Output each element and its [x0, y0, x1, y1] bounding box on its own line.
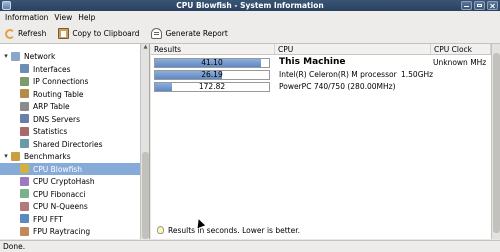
sidebar-item-label: IP Connections: [33, 77, 89, 86]
sidebar-item-shared-directories[interactable]: Shared Directories: [0, 138, 140, 150]
sidebar-item-label: FPU FFT: [33, 214, 63, 224]
sidebar-item-label: CPU N-Queens: [33, 202, 88, 211]
sidebar-item-fpu-raytracing[interactable]: FPU Raytracing: [0, 225, 140, 237]
scroll-up-icon[interactable]: ▲: [142, 44, 149, 52]
sidebar-item-ip-connections[interactable]: IP Connections: [0, 75, 140, 87]
sidebar-item-label: Shared Directories: [33, 139, 103, 149]
column-cpu[interactable]: CPU: [275, 44, 431, 55]
cpu-blowfish-icon: [20, 164, 29, 173]
sidebar-item-network[interactable]: ▾ Network: [0, 50, 140, 62]
toolbar: Refresh Copy to Clipboard Generate Repor…: [0, 24, 500, 44]
fpu-fft-icon: [20, 214, 29, 223]
result-value: 26.19: [201, 70, 223, 79]
benchmarks-icon: [11, 151, 20, 161]
sidebar-item-benchmarks[interactable]: ▾ Benchmarks: [0, 150, 140, 162]
sidebar-item-label: CPU Blowfish: [33, 164, 82, 174]
sidebar-scrollbar[interactable]: ▲: [140, 44, 149, 239]
ip-connections-icon: [20, 76, 29, 86]
shared-directories-icon: [20, 139, 29, 148]
sidebar-item-interfaces[interactable]: Interfaces: [0, 63, 140, 75]
sidebar-item-label: Routing Table: [33, 89, 84, 99]
result-value: 172.82: [198, 82, 226, 91]
refresh-button[interactable]: Refresh: [3, 27, 48, 41]
sidebar-item-cpu-blowfish[interactable]: CPU Blowfish: [0, 162, 140, 175]
sidebar-item-arp-table[interactable]: ARP Table: [0, 100, 140, 112]
sidebar-item-routing-table[interactable]: Routing Table: [0, 88, 140, 100]
close-button[interactable]: [487, 1, 498, 10]
result-value: 41.10: [201, 58, 223, 67]
arp-table-icon: [20, 101, 29, 111]
routing-table-icon: [20, 89, 29, 98]
cpu-clock: Unknown MHz: [433, 58, 487, 67]
interfaces-icon: [20, 64, 29, 73]
sidebar-item-label: Benchmarks: [24, 152, 71, 161]
cpu-cryptohash-icon: [20, 176, 29, 186]
sidebar-item-label: FPU Raytracing: [33, 227, 91, 236]
menu-view[interactable]: View: [51, 13, 75, 22]
dns-servers-icon: [20, 114, 29, 123]
sidebar-tree[interactable]: ▾ Network Interfaces IP Connections Routing …: [0, 44, 150, 239]
table-row[interactable]: 26.19 Intel(R) Celeron(R) M processor 1.50…: [151, 69, 491, 81]
lightbulb-icon: [157, 226, 164, 234]
results-scroll-thumb[interactable]: [493, 53, 500, 233]
sidebar-item-statistics[interactable]: Statistics: [0, 125, 140, 137]
sidebar-item-fpu-fft[interactable]: FPU FFT: [0, 213, 140, 225]
sidebar-item-label: Network: [24, 52, 56, 61]
cpu-name: PowerPC 740/750 (280.00MHz): [279, 82, 396, 91]
status-text: Done.: [3, 242, 26, 251]
copy-to-clipboard-button[interactable]: Copy to Clipboard: [56, 26, 141, 41]
column-results[interactable]: Results: [151, 44, 275, 55]
expander-icon[interactable]: ▾: [3, 53, 9, 60]
sidebar-item-cpu-n-queens[interactable]: CPU N-Queens: [0, 200, 140, 212]
cpu-clock: 1.50GHz: [401, 70, 434, 79]
cpu-nqueens-icon: [20, 201, 29, 211]
network-icon: [11, 51, 20, 61]
sidebar-item-label: Statistics: [33, 127, 68, 136]
menu-information[interactable]: Information: [2, 13, 51, 22]
cpu-fibonacci-icon: [20, 189, 29, 198]
sidebar-item-label: Interfaces: [33, 64, 71, 74]
table-row[interactable]: 41.10 This Machine Unknown MHz: [151, 57, 491, 69]
table-row[interactable]: 172.82 PowerPC 740/750 (280.00MHz): [151, 81, 491, 93]
results-panel: Results CPU CPU Clock 41.10 This Machine U…: [151, 44, 500, 239]
sidebar-item-cpu-cryptohash[interactable]: CPU CryptoHash: [0, 175, 140, 187]
menu-help[interactable]: Help: [75, 13, 98, 22]
report-label: Generate Report: [165, 29, 228, 38]
sidebar-item-label: CPU Fibonacci: [33, 189, 86, 199]
generate-report-button[interactable]: Generate Report: [149, 26, 229, 41]
status-bar: Done.: [0, 240, 500, 252]
results-scrollbar[interactable]: [491, 44, 500, 239]
results-note: Results in seconds. Lower is better.: [168, 226, 300, 235]
minimize-button[interactable]: [461, 1, 472, 10]
statistics-icon: [20, 126, 29, 136]
cpu-name: Intel(R) Celeron(R) M processor: [279, 70, 397, 79]
sidebar-item-cpu-fibonacci[interactable]: CPU Fibonacci: [0, 188, 140, 200]
cpu-name: This Machine: [279, 57, 346, 67]
sidebar-item-label: CPU CryptoHash: [33, 177, 95, 186]
clipboard-icon: [58, 28, 70, 39]
menu-bar: Information View Help: [0, 11, 500, 24]
title-bar: CPU Blowfish - System Information: [0, 0, 500, 11]
sidebar-item-label: DNS Servers: [33, 114, 81, 124]
refresh-icon: [5, 28, 15, 39]
report-icon: [151, 28, 163, 39]
window-title: CPU Blowfish - System Information: [176, 1, 324, 10]
refresh-label: Refresh: [18, 29, 47, 38]
copy-label: Copy to Clipboard: [72, 29, 140, 38]
expander-icon[interactable]: ▾: [3, 153, 9, 160]
column-cpu-clock[interactable]: CPU Clock: [431, 44, 491, 55]
sidebar-item-label: ARP Table: [33, 102, 70, 111]
maximize-button[interactable]: [474, 1, 485, 10]
fpu-raytracing-icon: [20, 226, 29, 236]
sidebar-item-dns-servers[interactable]: DNS Servers: [0, 113, 140, 125]
sidebar-scroll-thumb[interactable]: [142, 152, 149, 239]
